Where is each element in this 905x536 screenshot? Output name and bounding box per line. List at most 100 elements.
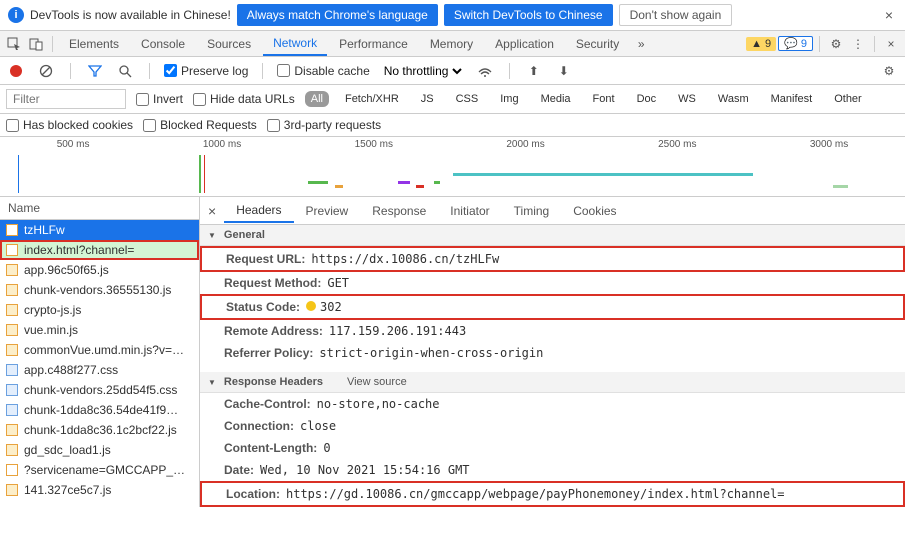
tab-memory[interactable]: Memory xyxy=(420,33,483,55)
filter-bar-2: Has blocked cookies Blocked Requests 3rd… xyxy=(0,114,905,137)
request-row[interactable]: chunk-vendors.36555130.js xyxy=(0,280,199,300)
request-row[interactable]: chunk-1dda8c36.1c2bcf22.js xyxy=(0,420,199,440)
tl-2000: 2000 ms xyxy=(506,139,544,150)
request-row[interactable]: chunk-vendors.25dd54f5.css xyxy=(0,380,199,400)
issues-count: 9 xyxy=(801,38,807,50)
tl-500: 500 ms xyxy=(57,139,90,150)
type-ws[interactable]: WS xyxy=(672,91,702,107)
js-icon xyxy=(6,264,18,276)
type-js[interactable]: JS xyxy=(415,91,440,107)
type-css[interactable]: CSS xyxy=(450,91,485,107)
tab-sources[interactable]: Sources xyxy=(197,33,261,55)
import-icon[interactable]: ⬆ xyxy=(524,61,544,81)
divider xyxy=(262,63,263,79)
request-name: chunk-vendors.25dd54f5.css xyxy=(24,383,177,397)
request-row[interactable]: chunk-1dda8c36.54de41f9… xyxy=(0,400,199,420)
search-icon[interactable] xyxy=(115,61,135,81)
request-row[interactable]: vue.min.js xyxy=(0,320,199,340)
kebab-icon[interactable]: ⋮ xyxy=(848,34,868,54)
css-icon xyxy=(6,364,18,376)
disable-cache-checkbox[interactable]: Disable cache xyxy=(277,64,369,78)
request-row[interactable]: crypto-js.js xyxy=(0,300,199,320)
request-name: app.96c50f65.js xyxy=(24,263,109,277)
type-manifest[interactable]: Manifest xyxy=(765,91,819,107)
gear-icon[interactable]: ⚙ xyxy=(826,34,846,54)
request-row[interactable]: app.96c50f65.js xyxy=(0,260,199,280)
remote-address-key: Remote Address: xyxy=(224,324,323,338)
blocked-cookies-checkbox[interactable]: Has blocked cookies xyxy=(6,118,133,132)
general-section[interactable]: General xyxy=(200,225,905,246)
request-name: tzHLFw xyxy=(24,223,65,237)
request-list: Name tzHLFw index.html?channel= app.96c5… xyxy=(0,197,200,507)
type-media[interactable]: Media xyxy=(535,91,577,107)
blocked-requests-checkbox[interactable]: Blocked Requests xyxy=(143,118,257,132)
switch-chinese-button[interactable]: Switch DevTools to Chinese xyxy=(444,4,613,26)
request-row[interactable]: tzHLFw xyxy=(0,220,199,240)
type-img[interactable]: Img xyxy=(494,91,524,107)
dtab-initiator[interactable]: Initiator xyxy=(438,200,501,222)
hide-data-urls-checkbox[interactable]: Hide data URLs xyxy=(193,92,295,106)
preserve-log-checkbox[interactable]: Preserve log xyxy=(164,64,248,78)
tl-1500: 1500 ms xyxy=(355,139,393,150)
date-value: Wed, 10 Nov 2021 15:54:16 GMT xyxy=(260,463,470,477)
devtools-close-icon[interactable]: × xyxy=(881,34,901,54)
view-source-link[interactable]: View source xyxy=(347,376,407,388)
type-all[interactable]: All xyxy=(305,91,329,107)
request-row[interactable]: gd_sdc_load1.js xyxy=(0,440,199,460)
tab-application[interactable]: Application xyxy=(485,33,564,55)
content-length-row: Content-Length:0 xyxy=(200,437,905,459)
tab-console[interactable]: Console xyxy=(131,33,195,55)
throttling-select[interactable]: No throttling xyxy=(380,63,465,79)
location-row: Location:https://gd.10086.cn/gmccapp/web… xyxy=(200,481,905,507)
tab-performance[interactable]: Performance xyxy=(329,33,418,55)
inspect-icon[interactable] xyxy=(4,34,24,54)
request-row[interactable]: commonVue.umd.min.js?v=… xyxy=(0,340,199,360)
record-icon[interactable] xyxy=(6,61,26,81)
dtab-cookies[interactable]: Cookies xyxy=(561,200,628,222)
warnings-badge[interactable]: ▲ 9 xyxy=(746,37,776,51)
request-method-row: Request Method:GET xyxy=(200,272,905,294)
type-other[interactable]: Other xyxy=(828,91,868,107)
tab-network[interactable]: Network xyxy=(263,32,327,56)
divider xyxy=(819,36,820,52)
dtab-preview[interactable]: Preview xyxy=(294,200,361,222)
remote-address-row: Remote Address:117.159.206.191:443 xyxy=(200,320,905,342)
close-icon[interactable]: × xyxy=(881,7,897,23)
type-font[interactable]: Font xyxy=(587,91,621,107)
clear-icon[interactable] xyxy=(36,61,56,81)
tab-elements[interactable]: Elements xyxy=(59,33,129,55)
third-party-label: 3rd-party requests xyxy=(284,118,381,132)
name-column-header[interactable]: Name xyxy=(0,197,199,220)
network-conditions-icon[interactable] xyxy=(475,61,495,81)
always-match-button[interactable]: Always match Chrome's language xyxy=(237,4,438,26)
device-icon[interactable] xyxy=(26,34,46,54)
request-row[interactable]: ?servicename=GMCCAPP_… xyxy=(0,460,199,480)
issues-badge[interactable]: 💬 9 xyxy=(778,36,813,51)
request-row[interactable]: app.c488f277.css xyxy=(0,360,199,380)
dtab-response[interactable]: Response xyxy=(360,200,438,222)
request-row[interactable]: 141.327ce5c7.js xyxy=(0,480,199,500)
dtab-headers[interactable]: Headers xyxy=(224,199,293,223)
response-headers-section[interactable]: Response HeadersView source xyxy=(200,372,905,393)
info-icon: i xyxy=(8,7,24,23)
request-method-value: GET xyxy=(327,276,349,290)
request-row[interactable]: index.html?channel= xyxy=(0,240,199,260)
timeline[interactable]: 500 ms 1000 ms 1500 ms 2000 ms 2500 ms 3… xyxy=(0,137,905,197)
close-detail-icon[interactable]: × xyxy=(200,203,224,219)
export-icon[interactable]: ⬇ xyxy=(554,61,574,81)
css-icon xyxy=(6,384,18,396)
network-settings-icon[interactable]: ⚙ xyxy=(879,61,899,81)
request-name: 141.327ce5c7.js xyxy=(24,483,111,497)
more-tabs-icon[interactable]: » xyxy=(631,34,651,54)
third-party-checkbox[interactable]: 3rd-party requests xyxy=(267,118,381,132)
filter-icon[interactable] xyxy=(85,61,105,81)
invert-checkbox[interactable]: Invert xyxy=(136,92,183,106)
type-fetch[interactable]: Fetch/XHR xyxy=(339,91,405,107)
dtab-timing[interactable]: Timing xyxy=(502,200,562,222)
tab-security[interactable]: Security xyxy=(566,33,629,55)
type-wasm[interactable]: Wasm xyxy=(712,91,755,107)
filter-input[interactable] xyxy=(6,89,126,109)
dont-show-button[interactable]: Don't show again xyxy=(619,4,733,26)
type-doc[interactable]: Doc xyxy=(631,91,663,107)
document-icon xyxy=(6,224,18,236)
